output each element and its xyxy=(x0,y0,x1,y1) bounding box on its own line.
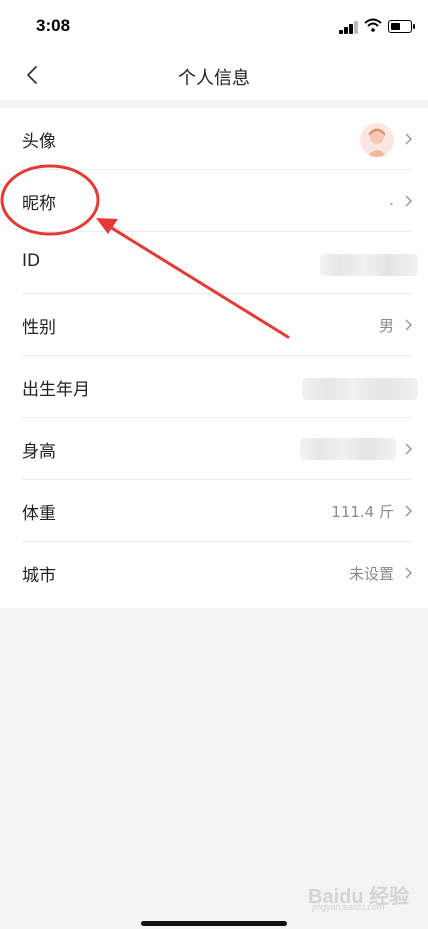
chevron-right-icon xyxy=(405,319,413,331)
row-label: 体重 xyxy=(22,504,56,524)
row-value: 男 xyxy=(378,317,394,335)
profile-info-list: 头像 昵称 . ID 性别 男 出生年月 身高 体重 111.4 斤 城市 未设… xyxy=(0,108,428,608)
watermark-url: jingyan.baidu.com xyxy=(312,902,385,912)
row-id: ID xyxy=(0,232,428,294)
row-label: 出生年月 xyxy=(22,380,90,400)
chevron-right-icon xyxy=(405,133,413,145)
row-label: 昵称 xyxy=(22,194,56,214)
row-weight[interactable]: 体重 111.4 斤 xyxy=(0,480,428,542)
row-label: 性别 xyxy=(22,318,56,338)
row-value: 未设置 xyxy=(348,565,394,583)
section-gap xyxy=(0,100,428,108)
row-label: 身高 xyxy=(22,442,56,462)
signal-icon xyxy=(339,20,363,34)
row-label: ID xyxy=(22,251,41,271)
nav-bar: 个人信息 xyxy=(0,50,428,100)
status-bar: 3:08 xyxy=(0,0,428,50)
watermark-logo: Baidu 经验 jingyan.baidu.com xyxy=(300,880,410,914)
row-birth-date[interactable]: 出生年月 xyxy=(0,356,428,418)
row-gender[interactable]: 性别 男 xyxy=(0,294,428,356)
chevron-right-icon xyxy=(405,443,413,455)
chevron-right-icon xyxy=(405,505,413,517)
battery-icon xyxy=(388,20,415,33)
row-nickname[interactable]: 昵称 . xyxy=(0,170,428,232)
chevron-right-icon xyxy=(405,567,413,579)
row-city[interactable]: 城市 未设置 xyxy=(0,542,428,604)
avatar[interactable] xyxy=(360,123,394,157)
page-title: 个人信息 xyxy=(178,68,250,89)
row-height[interactable]: 身高 xyxy=(0,418,428,480)
row-avatar[interactable]: 头像 xyxy=(0,108,428,170)
row-label: 城市 xyxy=(22,566,56,586)
blurred-value xyxy=(300,438,396,460)
wifi-icon xyxy=(364,18,382,32)
home-indicator[interactable] xyxy=(141,921,287,926)
row-value: 111.4 斤 xyxy=(331,503,394,521)
blurred-value xyxy=(302,378,418,400)
blurred-value xyxy=(320,254,418,276)
status-time: 3:08 xyxy=(36,16,71,35)
chevron-right-icon xyxy=(405,195,413,207)
row-value: . xyxy=(389,191,394,209)
row-label: 头像 xyxy=(22,132,56,152)
